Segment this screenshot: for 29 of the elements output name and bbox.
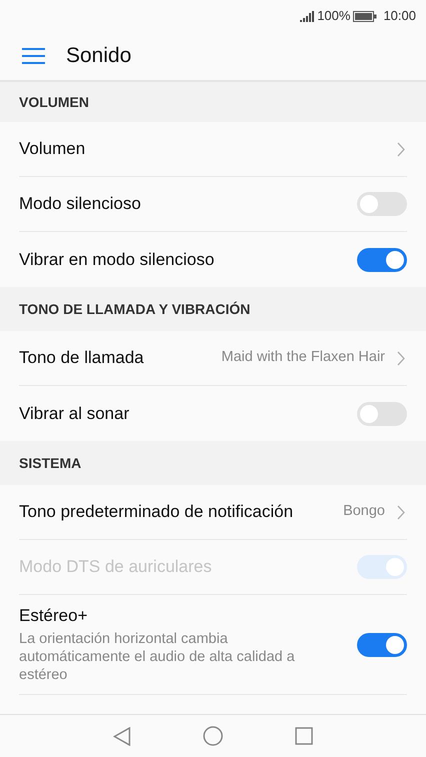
battery-icon bbox=[353, 10, 378, 22]
menu-icon[interactable] bbox=[22, 48, 45, 64]
chevron-icon bbox=[397, 142, 405, 156]
chevron-icon bbox=[397, 504, 405, 520]
back-icon[interactable] bbox=[113, 726, 131, 746]
setting-value[interactable]: Maid with the Flaxen Hair bbox=[221, 347, 385, 369]
setting-label: Tono de llamada bbox=[19, 347, 145, 369]
toggle-switch[interactable] bbox=[357, 402, 407, 426]
setting-label: Estéreo+ bbox=[19, 605, 89, 627]
toggle-switch[interactable] bbox=[357, 192, 407, 216]
section-header: VOLUMEN bbox=[19, 92, 89, 112]
setting-label: Volumen bbox=[19, 138, 86, 160]
setting-label: Vibrar en modo silencioso bbox=[19, 248, 216, 270]
toggle-switch[interactable] bbox=[357, 248, 407, 272]
toggle-switch[interactable] bbox=[357, 632, 407, 656]
screen-title: Sonido bbox=[66, 43, 132, 70]
setting-label: Modo silencioso bbox=[19, 193, 142, 215]
section-header: SISTEMA bbox=[19, 454, 82, 472]
home-icon[interactable] bbox=[203, 726, 223, 746]
signal-icon bbox=[300, 10, 314, 22]
setting-value[interactable]: Bongo bbox=[343, 501, 385, 523]
setting-label: Vibrar al sonar bbox=[19, 402, 130, 424]
section-header: TONO DE LLAMADA Y VIBRACIÓN bbox=[19, 300, 250, 318]
battery-percentage: 100% bbox=[317, 7, 350, 26]
clock: 10:00 bbox=[383, 7, 416, 26]
chevron-icon bbox=[397, 350, 405, 366]
setting-description: La orientación horizontal cambia automáticamente el audio de alta calidad a estéreo bbox=[19, 630, 296, 684]
recents-icon[interactable] bbox=[295, 727, 313, 745]
setting-label: Tono predeterminado de notificación bbox=[19, 501, 294, 523]
